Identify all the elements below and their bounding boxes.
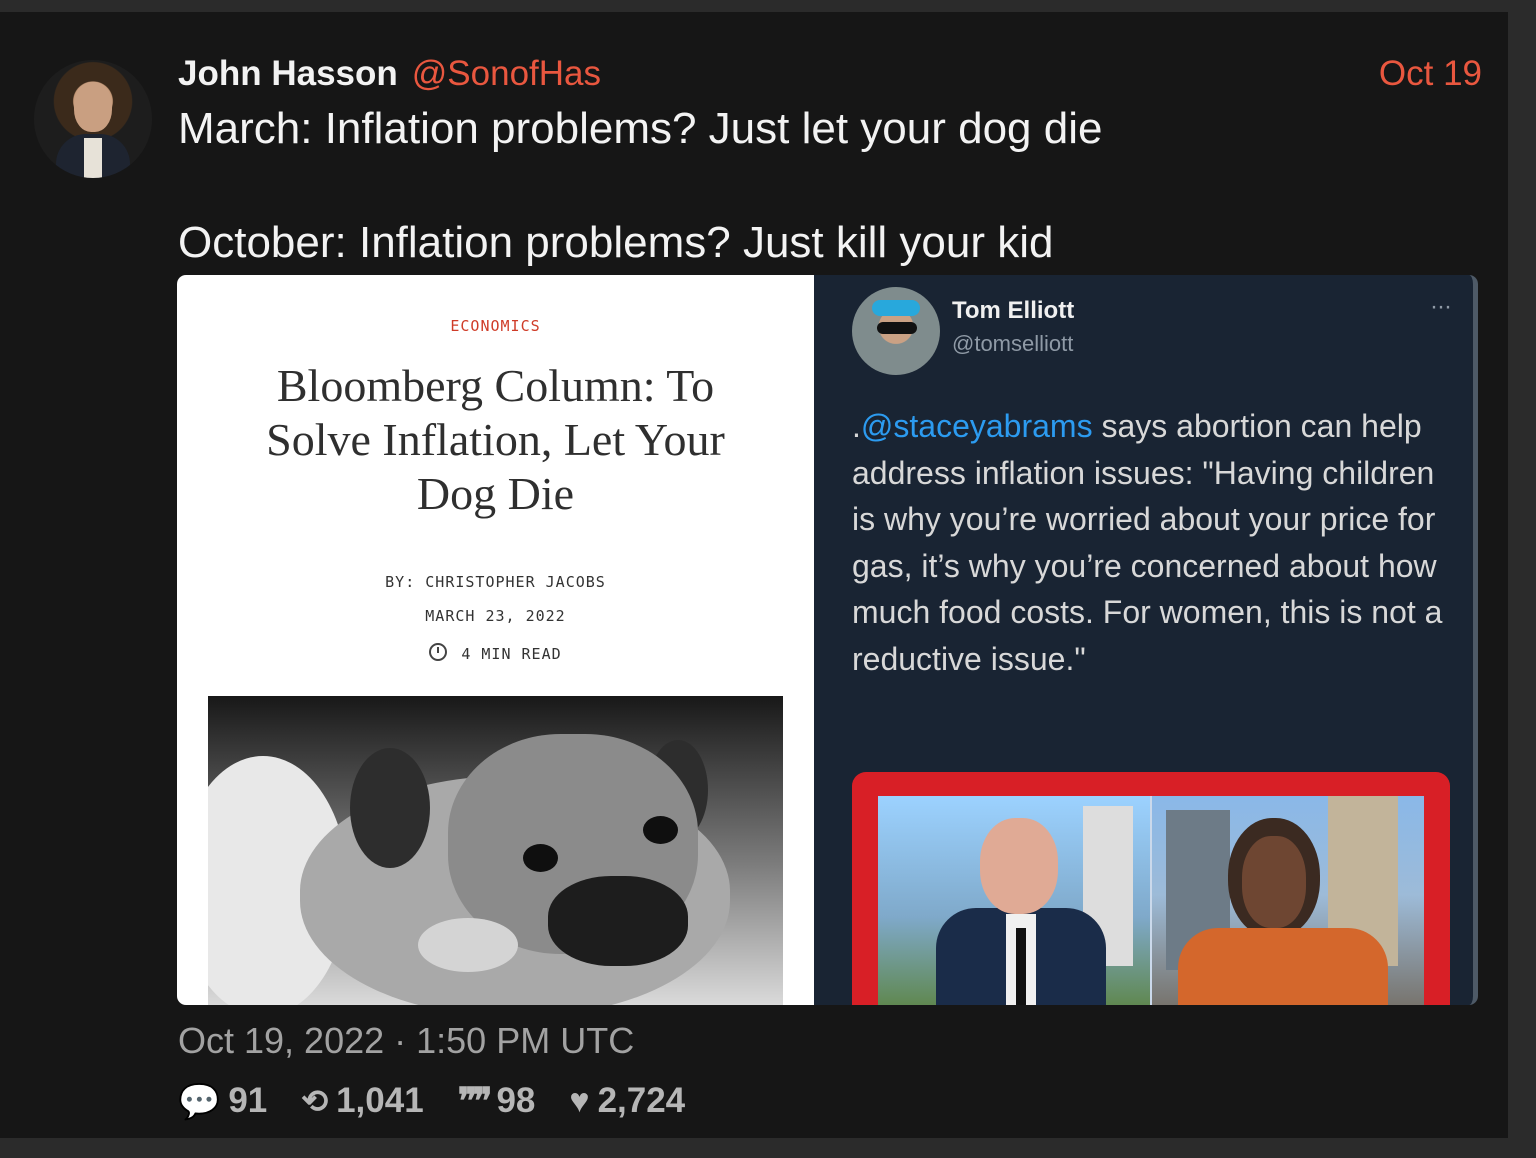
quoted-author-name: Tom Elliott [952,297,1075,324]
pug-ear-left [350,748,430,868]
tweet-screenshot-image[interactable]: Tom Elliott @tomselliott ··· .@staceyabr… [814,275,1478,1005]
reply-count: 91 [228,1081,268,1120]
article-title: Bloomberg Column: To Solve Inflation, Le… [266,360,725,519]
woman-body [1178,928,1388,1005]
quote-stat[interactable]: ❞❞ 98 [458,1080,536,1122]
reply-stat[interactable]: 💬 91 [178,1081,267,1121]
quoted-text-body: says abortion can help address inflation… [852,408,1443,677]
quoted-text-prefix: . [852,408,861,444]
pug-eye-left [523,844,558,872]
video-preview [878,796,1424,1005]
article-category: ECONOMICS [450,317,541,335]
like-count: 2,724 [597,1081,686,1120]
article-byline: BY: CHRISTOPHER JACOBS [385,573,606,591]
quoted-author-avatar [852,287,940,375]
like-stat[interactable]: ♥ 2,724 [569,1081,685,1121]
article-screenshot-image[interactable]: ECONOMICS Bloomberg Column: To Solve Inf… [177,275,814,1005]
pug-eye-right [643,816,678,844]
retweet-count: 1,041 [336,1081,424,1120]
tweet-timestamp[interactable]: Oct 19, 2022 · 1:50 PM UTC [178,1020,634,1062]
tweet-header: John Hasson @SonofHas [178,54,601,94]
pug-photo [208,696,783,1005]
retweet-icon: ⟲ [301,1083,329,1119]
video-preview-frame [852,772,1450,1005]
avatar-face [74,82,112,132]
mention-link: @staceyabrams [860,408,1093,444]
author-name[interactable]: John Hasson [178,54,398,94]
avatar-glasses [877,322,917,334]
article-date: MARCH 23, 2022 [425,607,566,625]
quoted-tweet-text: .@staceyabrams says abortion can help ad… [852,403,1452,682]
tweet-card: John Hasson @SonofHas Oct 19 March: Infl… [0,12,1508,1138]
tweet-date-short[interactable]: Oct 19 [1379,54,1482,94]
quote-icon: ❞❞ [457,1080,493,1121]
man-head [980,818,1058,914]
tweet-stats: 💬 91 ⟲ 1,041 ❞❞ 98 ♥ 2,724 [178,1080,685,1122]
heart-icon: ♥ [569,1081,590,1120]
article-read-time-text: 4 MIN READ [461,645,562,663]
speech-bubble-icon: 💬 [178,1083,221,1121]
avatar-cap [872,300,920,316]
retweet-stat[interactable]: ⟲ 1,041 [301,1081,423,1121]
quoted-author-handle: @tomselliott [952,331,1074,356]
tweet-text-line-2: October: Inflation problems? Just kill y… [178,218,1054,267]
avatar-shirt [84,138,102,178]
article-read-time: 4 MIN READ [177,641,814,663]
pug-paw [418,918,518,972]
pug-snout [548,876,688,966]
quote-count: 98 [496,1081,536,1120]
tweet-text-line-1: March: Inflation problems? Just let your… [178,104,1103,153]
woman-face [1242,836,1306,928]
man-tie [1016,928,1026,1005]
author-handle[interactable]: @SonofHas [412,54,601,94]
more-options-icon: ··· [1430,293,1452,320]
clock-icon [429,643,448,661]
author-avatar[interactable] [34,60,152,178]
